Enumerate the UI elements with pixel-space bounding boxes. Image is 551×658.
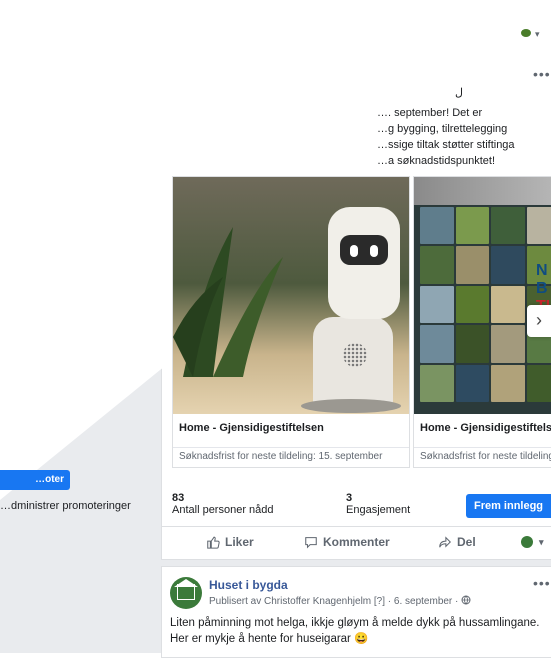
divider	[161, 526, 551, 527]
divider	[173, 447, 409, 448]
comment-label: Kommenter	[323, 535, 390, 549]
robot-image	[173, 177, 409, 414]
engagement-stat: 3 Engasjement	[346, 492, 410, 516]
like-button[interactable]: Liker	[206, 535, 254, 549]
engagement-label: Engasjement	[346, 504, 411, 516]
share-button[interactable]: Del	[438, 535, 476, 549]
link-title[interactable]: Home - Gjensidigestiftelsen	[414, 422, 551, 434]
book-cover-image: N B TURP	[414, 177, 551, 414]
page-avatar[interactable]	[170, 577, 202, 609]
house-icon	[177, 584, 195, 600]
comment-icon	[305, 537, 317, 549]
reach-stat: 83 Antall personer nådd	[172, 492, 274, 516]
divider	[414, 447, 551, 448]
more-options-icon[interactable]: •••	[533, 575, 551, 591]
promotions-button[interactable]: …oter	[0, 470, 70, 490]
reach-label: Antall personer nådd	[172, 504, 274, 516]
cover-title-line: B	[536, 280, 548, 297]
more-options-icon[interactable]: •••	[533, 66, 551, 82]
plant-leaves-icon	[173, 227, 283, 377]
post-text-line: …a søknadstidspunktet!	[377, 155, 496, 167]
share-label: Del	[457, 535, 476, 549]
robot-base	[301, 399, 401, 413]
thumbs-up-icon	[207, 536, 220, 549]
post-meta-text: Publisert av Christoffer Knagenhjelm [?]…	[209, 596, 459, 607]
robot-face	[340, 235, 388, 265]
boost-post-button[interactable]: Frem innlegg	[466, 494, 551, 518]
background-wall	[414, 177, 551, 205]
carousel-next-button[interactable]: ›	[527, 305, 551, 337]
robot-body	[313, 317, 393, 407]
emoji-icon: ل	[455, 87, 463, 99]
reach-value: 83	[172, 492, 185, 504]
link-subtitle: Søknadsfrist for neste tildeling:	[420, 451, 551, 462]
page-name-link[interactable]: Huset i bygda	[209, 578, 288, 592]
comment-button[interactable]: Kommenter	[304, 535, 390, 549]
speaker-grille	[343, 343, 367, 367]
post-text: …. september! Det er …g bygging, tilrett…	[377, 105, 551, 169]
cover-title-line: N	[536, 262, 548, 279]
page-avatar-icon	[521, 536, 533, 548]
robot-head	[328, 207, 400, 319]
post-text: Liten påminning mot helga, ikkje gløym å…	[170, 617, 540, 645]
carousel-item[interactable]: Home - Gjensidigestiftelsen Søknadsfrist…	[172, 176, 410, 468]
chevron-down-icon: ▾	[539, 536, 544, 547]
page-avatar-icon[interactable]	[520, 28, 532, 38]
post-meta: Publisert av Christoffer Knagenhjelm [?]…	[209, 595, 471, 607]
chevron-right-icon: ›	[536, 310, 542, 330]
chevron-down-icon[interactable]: ▾	[535, 29, 540, 40]
globe-icon	[461, 595, 471, 605]
share-arrow-icon	[439, 536, 451, 548]
post-text-line: …g bygging, tilrettelegging	[377, 123, 508, 135]
engagement-value: 3	[346, 492, 353, 504]
link-title[interactable]: Home - Gjensidigestiftelsen	[173, 422, 409, 434]
manage-promotions-link[interactable]: …dministrer promoteringer	[0, 500, 131, 512]
link-subtitle: Søknadsfrist for neste tildeling: 15. se…	[179, 451, 383, 462]
like-label: Liker	[225, 535, 254, 549]
post-text-line: …. september! Det er	[377, 107, 483, 119]
post-text-line: …ssige tiltak støtter stiftinga	[377, 139, 515, 151]
robot-eye	[370, 245, 378, 257]
audience-selector[interactable]: ▾	[520, 535, 544, 549]
robot-eye	[350, 245, 358, 257]
